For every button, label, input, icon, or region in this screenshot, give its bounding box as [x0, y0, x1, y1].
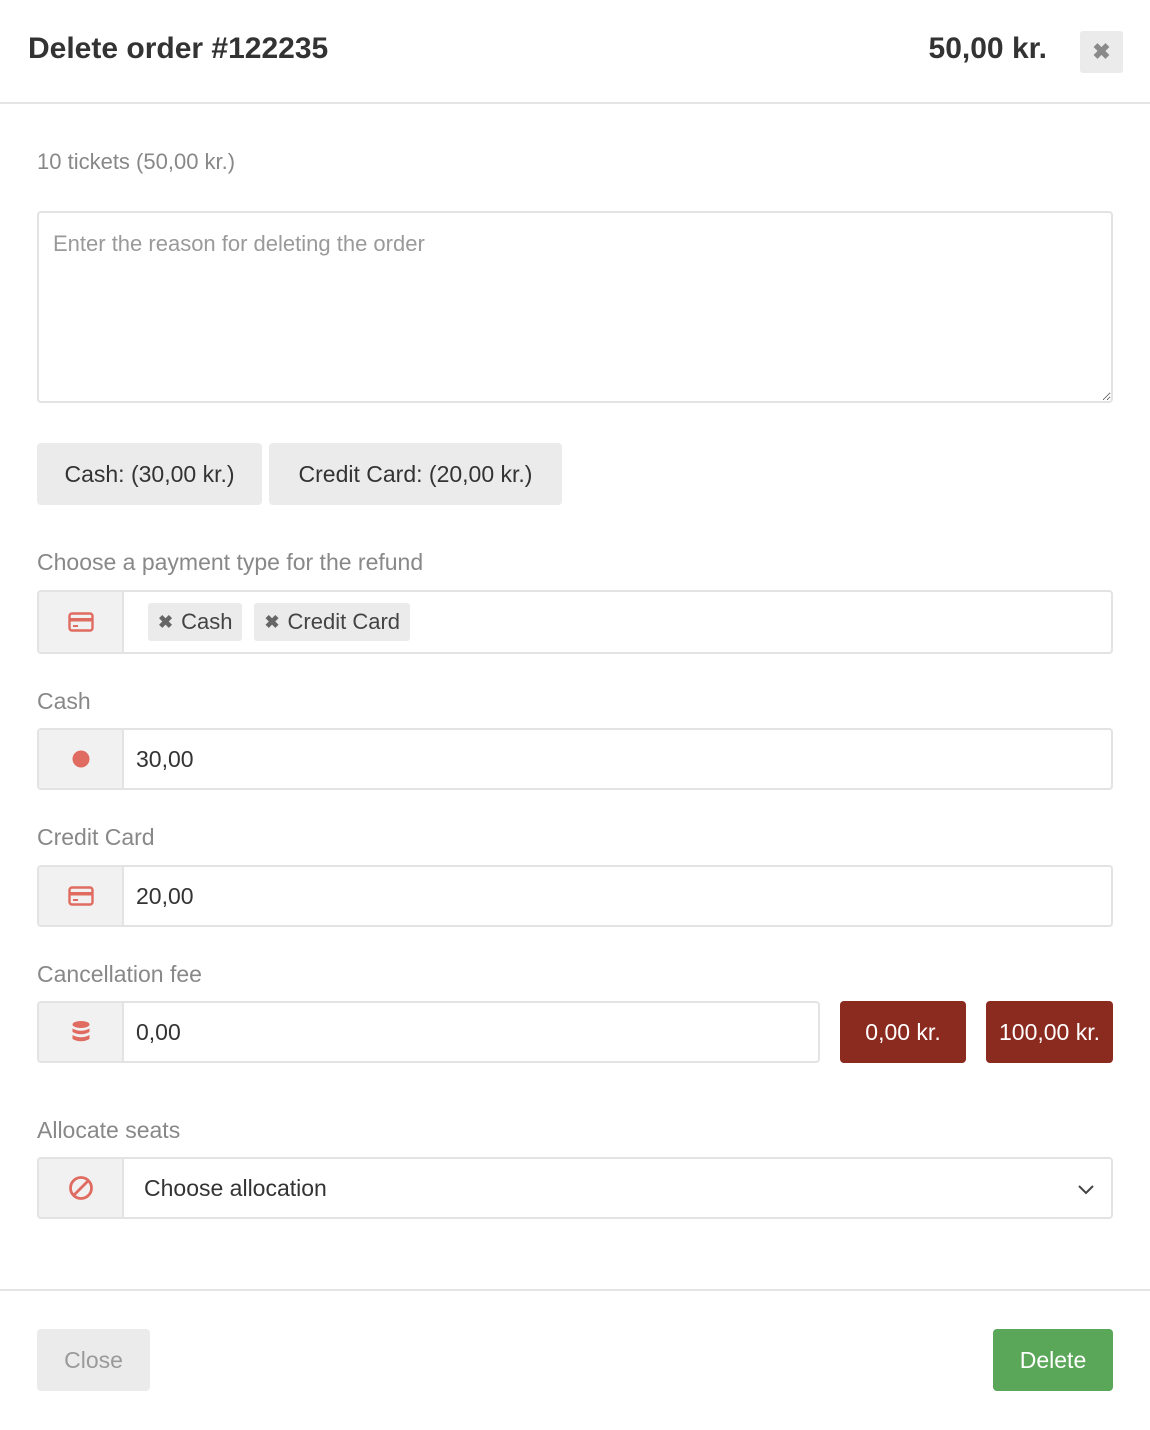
cash-amount-input[interactable] — [136, 745, 1111, 773]
modal-header: Delete order #122235 50,00 kr. ✖ — [0, 0, 1150, 104]
credit-card-icon — [39, 867, 124, 925]
cancellation-fee-input-group — [37, 1001, 820, 1063]
footer-divider — [0, 1289, 1150, 1291]
allocation-select[interactable]: Choose allocation — [124, 1159, 1111, 1217]
fee-preset-0-button[interactable]: 0,00 kr. — [840, 1001, 966, 1063]
order-summary: 10 tickets (50,00 kr.) — [37, 149, 236, 174]
cash-label: Cash — [37, 688, 91, 714]
close-icon[interactable]: ✖ — [1080, 31, 1123, 73]
close-button[interactable]: Close — [37, 1329, 150, 1391]
credit-card-amount-input[interactable] — [136, 882, 1111, 910]
allocate-seats-label: Allocate seats — [37, 1117, 181, 1143]
fee-preset-100-button[interactable]: 100,00 kr. — [986, 1001, 1113, 1063]
refund-tag-label: Credit Card — [287, 609, 401, 634]
refund-type-label: Choose a payment type for the refund — [37, 549, 424, 575]
allocate-seats-group: Choose allocation — [37, 1157, 1113, 1219]
circle-icon — [39, 730, 124, 788]
modal-title: Delete order #122235 — [28, 32, 329, 65]
refund-tag-credit-card: ✖ Credit Card — [254, 603, 411, 641]
remove-credit-card-tag-icon[interactable]: ✖ — [264, 612, 279, 633]
refund-type-select[interactable]: ✖ Cash ✖ Credit Card — [37, 590, 1113, 654]
delete-order-modal: Delete order #122235 50,00 kr. ✖ 10 tick… — [0, 0, 1150, 1430]
cancellation-fee-label: Cancellation fee — [37, 961, 202, 987]
reason-textarea[interactable] — [37, 211, 1113, 403]
credit-card-payment-button[interactable]: Credit Card: (20,00 kr.) — [269, 443, 562, 505]
cash-input-group — [37, 728, 1113, 790]
cancellation-fee-input[interactable] — [136, 1018, 818, 1046]
credit-card-label: Credit Card — [37, 824, 155, 850]
database-icon — [39, 1003, 124, 1061]
chevron-down-icon — [1077, 1175, 1095, 1202]
remove-cash-tag-icon[interactable]: ✖ — [158, 612, 173, 633]
cash-payment-button[interactable]: Cash: (30,00 kr.) — [37, 443, 262, 505]
delete-button[interactable]: Delete — [993, 1329, 1113, 1391]
refund-tag-cash: ✖ Cash — [148, 603, 243, 641]
allocation-selected-value: Choose allocation — [144, 1174, 327, 1201]
refund-tags: ✖ Cash ✖ Credit Card — [124, 592, 1111, 652]
ban-icon — [39, 1159, 124, 1217]
order-total: 50,00 kr. — [928, 32, 1047, 65]
credit-card-icon — [39, 592, 124, 652]
credit-card-input-group — [37, 865, 1113, 927]
refund-tag-label: Cash — [181, 609, 233, 634]
